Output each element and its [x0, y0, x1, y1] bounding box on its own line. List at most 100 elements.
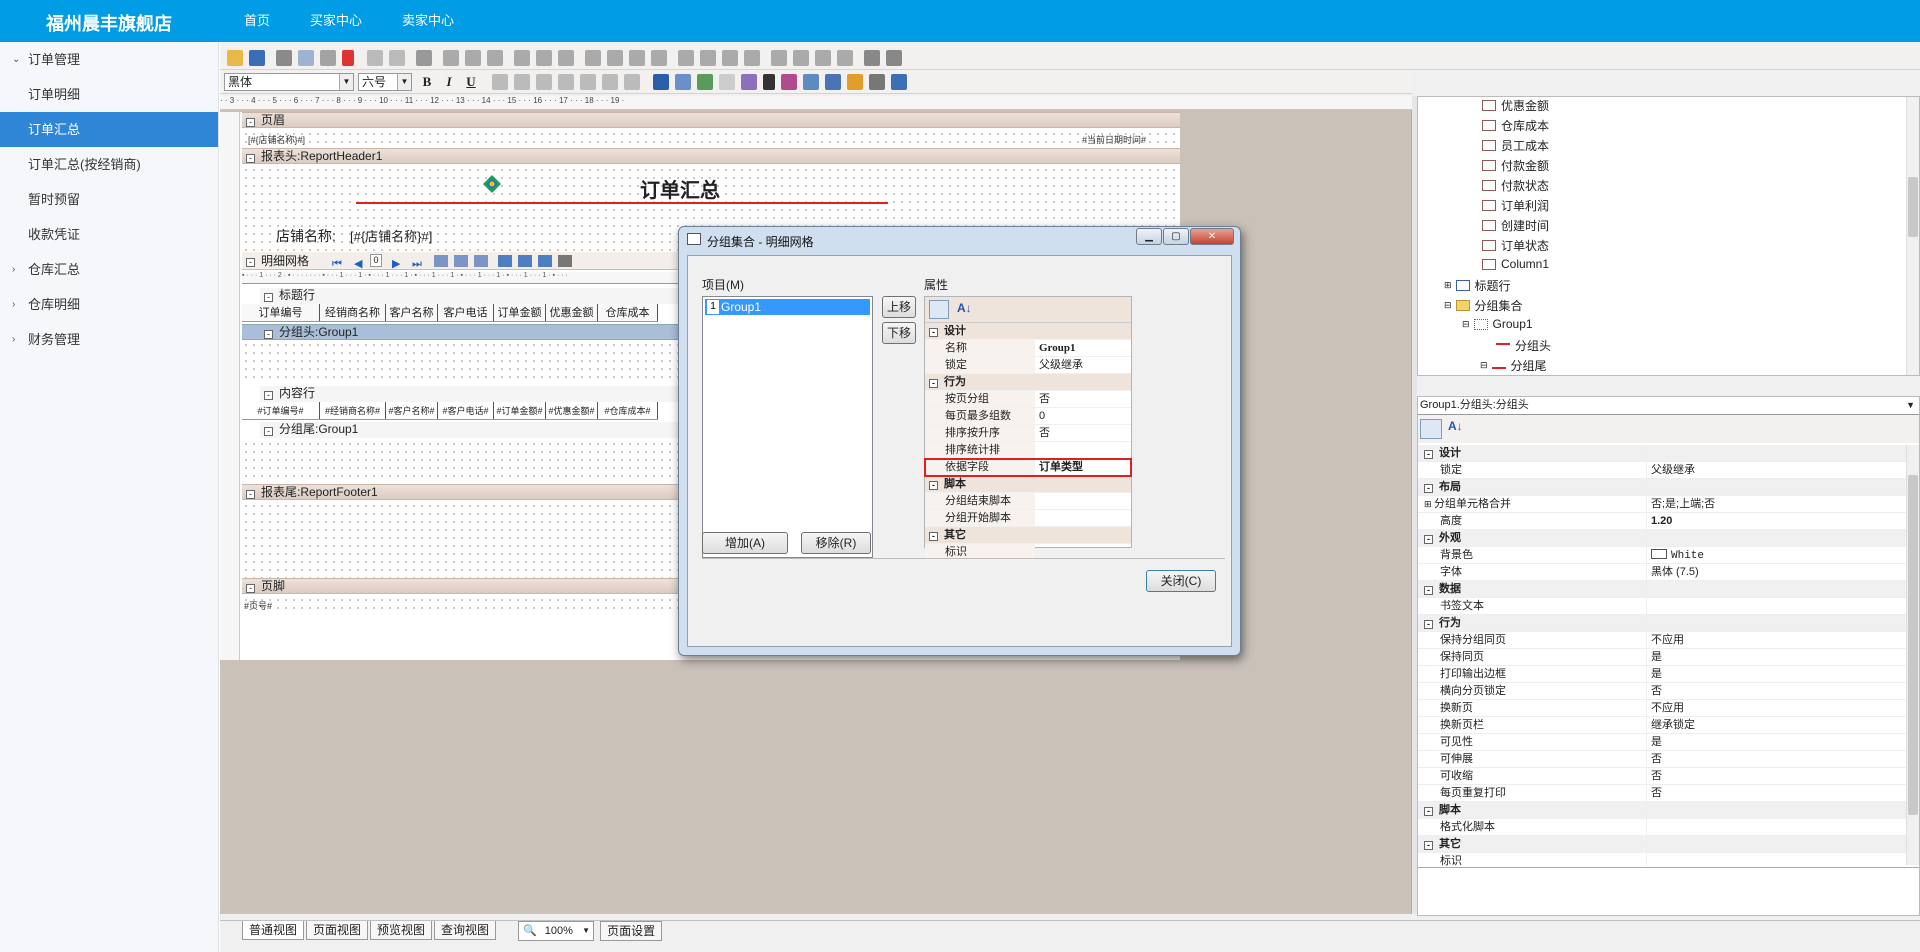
chart-icon[interactable] [847, 73, 863, 90]
cut-icon[interactable] [276, 49, 292, 66]
tab-normal-view[interactable]: 普通视图 [242, 921, 305, 940]
h-spacing-dec-icon[interactable] [722, 49, 738, 66]
tree-node[interactable]: 创建时间 [1482, 217, 1549, 234]
nav-buyer-center[interactable]: 买家中心 [290, 0, 382, 42]
move-down-button[interactable]: 下移 [882, 322, 916, 344]
text-justify-icon[interactable] [558, 73, 574, 90]
text-middle-icon[interactable] [602, 73, 618, 90]
store-value[interactable]: [#{店铺名称}#] [350, 226, 432, 245]
property-value[interactable]: 否;是;上端;否 [1646, 496, 1906, 512]
image-icon[interactable] [803, 73, 819, 90]
collapse-icon[interactable]: - [246, 584, 255, 593]
property-row[interactable]: 换新页栏 继承锁定 [1418, 717, 1906, 734]
property-row[interactable]: 换新页 不应用 [1418, 700, 1906, 717]
property-value[interactable]: 1.20 [1646, 513, 1906, 529]
line-icon[interactable] [763, 73, 775, 90]
copy-icon[interactable] [298, 49, 314, 66]
property-row[interactable]: 可伸展 否 [1418, 751, 1906, 768]
tree-node[interactable]: 仓库成本 [1482, 117, 1549, 134]
same-height-icon[interactable] [607, 49, 623, 66]
grid-tool-icon[interactable] [558, 255, 572, 267]
expand-icon[interactable]: ⊞ [1444, 280, 1452, 291]
content-cell[interactable]: #客户名称# [386, 402, 438, 419]
property-value[interactable] [1035, 442, 1131, 458]
property-value[interactable]: 否 [1035, 425, 1131, 441]
text-align-left-icon[interactable] [492, 73, 508, 90]
send-back-icon[interactable] [886, 49, 902, 66]
sidebar-item-order-detail[interactable]: 订单明细 [0, 77, 218, 112]
property-value[interactable]: 继承锁定 [1646, 717, 1906, 733]
align-left-icon[interactable] [443, 49, 459, 66]
collapse-icon[interactable]: - [929, 481, 938, 490]
list-item[interactable]: 1 Group1 [705, 299, 870, 315]
property-value[interactable]: 否 [1035, 391, 1131, 407]
collapse-icon[interactable]: - [264, 293, 273, 302]
sidebar-item-receipt[interactable]: 收款凭证 [0, 217, 218, 252]
align-bottom-icon[interactable] [558, 49, 574, 66]
prev-page-icon[interactable]: ◀ [354, 255, 362, 273]
collapse-icon[interactable]: - [1424, 586, 1433, 595]
page-number-input[interactable]: 0 [370, 254, 382, 267]
tab-preview[interactable]: 预览视图 [370, 921, 433, 940]
text-top-icon[interactable] [580, 73, 596, 90]
remove-button[interactable]: 移除(R) [801, 532, 871, 554]
collapse-icon[interactable]: - [264, 427, 273, 436]
text-align-right-icon[interactable] [536, 73, 552, 90]
italic-button[interactable]: I [440, 73, 458, 91]
property-category[interactable]: - 布局 [1418, 479, 1906, 496]
content-cell[interactable]: #优惠金额# [546, 402, 598, 419]
band-report-header[interactable]: - 报表头:ReportHeader1 [242, 148, 1180, 164]
v-spacing-inc-icon[interactable] [793, 49, 809, 66]
tree-node[interactable]: Column1 [1482, 257, 1549, 271]
grid-tool-icon[interactable] [474, 255, 488, 267]
property-row[interactable]: 横向分页锁定 否 [1418, 683, 1906, 700]
close-button[interactable]: 关闭(C) [1146, 570, 1216, 592]
content-cell[interactable]: #仓库成本# [598, 402, 658, 419]
property-value[interactable]: 是 [1646, 649, 1906, 665]
report-title[interactable]: 订单汇总 [640, 174, 720, 203]
open-icon[interactable] [227, 49, 243, 66]
font-family-select[interactable]: 黑体 ▼ [224, 72, 354, 91]
collapse-icon[interactable]: - [929, 328, 938, 337]
store-name-field[interactable]: [#{店铺名称}#] [248, 133, 305, 146]
richtext-icon[interactable] [781, 73, 797, 90]
group-field-row[interactable]: 依据字段 订单类型 [924, 458, 1132, 477]
undo-icon[interactable] [367, 49, 383, 66]
same-width-icon[interactable] [585, 49, 601, 66]
scroll-thumb[interactable] [1908, 475, 1918, 815]
tab-query-view[interactable]: 查询视图 [434, 921, 497, 940]
tree-node[interactable]: 付款状态 [1482, 177, 1549, 194]
col-header[interactable]: 订单编号 [242, 304, 320, 321]
scroll-thumb[interactable] [1908, 177, 1918, 237]
property-value[interactable]: 否 [1646, 768, 1906, 784]
col-header[interactable]: 客户电话 [438, 304, 494, 321]
content-cell[interactable]: #订单金额# [494, 402, 546, 419]
property-category[interactable]: - 脚本 [925, 476, 1131, 493]
collapse-icon[interactable]: - [1424, 807, 1433, 816]
h-spacing-remove-icon[interactable] [744, 49, 760, 66]
field-box-icon[interactable] [675, 73, 691, 90]
align-top-icon[interactable] [514, 49, 530, 66]
property-value[interactable]: Group1 [1035, 340, 1131, 356]
first-page-icon[interactable]: ⏮ [332, 255, 342, 273]
tree-node[interactable]: 分组头 [1496, 337, 1551, 354]
tree-node[interactable]: ⊟ Group1 [1462, 317, 1533, 331]
minimize-icon[interactable]: ▁ [1136, 228, 1162, 245]
tab-page-view[interactable]: 页面视图 [306, 921, 369, 940]
add-button[interactable]: 增加(A) [702, 532, 788, 554]
property-value[interactable] [1035, 493, 1131, 509]
grid-tool-icon[interactable] [454, 255, 468, 267]
property-value[interactable]: 是 [1646, 734, 1906, 750]
datetime-field[interactable]: #当前日期时间# [1082, 133, 1146, 146]
tree-node[interactable]: ⊟ 分组集合 [1444, 297, 1523, 314]
grid-tool-icon[interactable] [538, 255, 552, 267]
property-value[interactable]: 否 [1646, 751, 1906, 767]
text-bottom-icon[interactable] [624, 73, 640, 90]
zoom-select[interactable]: 🔍 100% ▼ [518, 921, 595, 941]
sidebar-item-order-management[interactable]: ⌄ 订单管理 [0, 42, 218, 77]
save-icon[interactable] [249, 49, 265, 66]
tree-node[interactable]: 付款金额 [1482, 157, 1549, 174]
property-row[interactable]: 格式化脚本 [1418, 819, 1906, 836]
collapse-icon[interactable]: - [1424, 535, 1433, 544]
property-row[interactable]: 排序按升序否 [925, 425, 1131, 442]
